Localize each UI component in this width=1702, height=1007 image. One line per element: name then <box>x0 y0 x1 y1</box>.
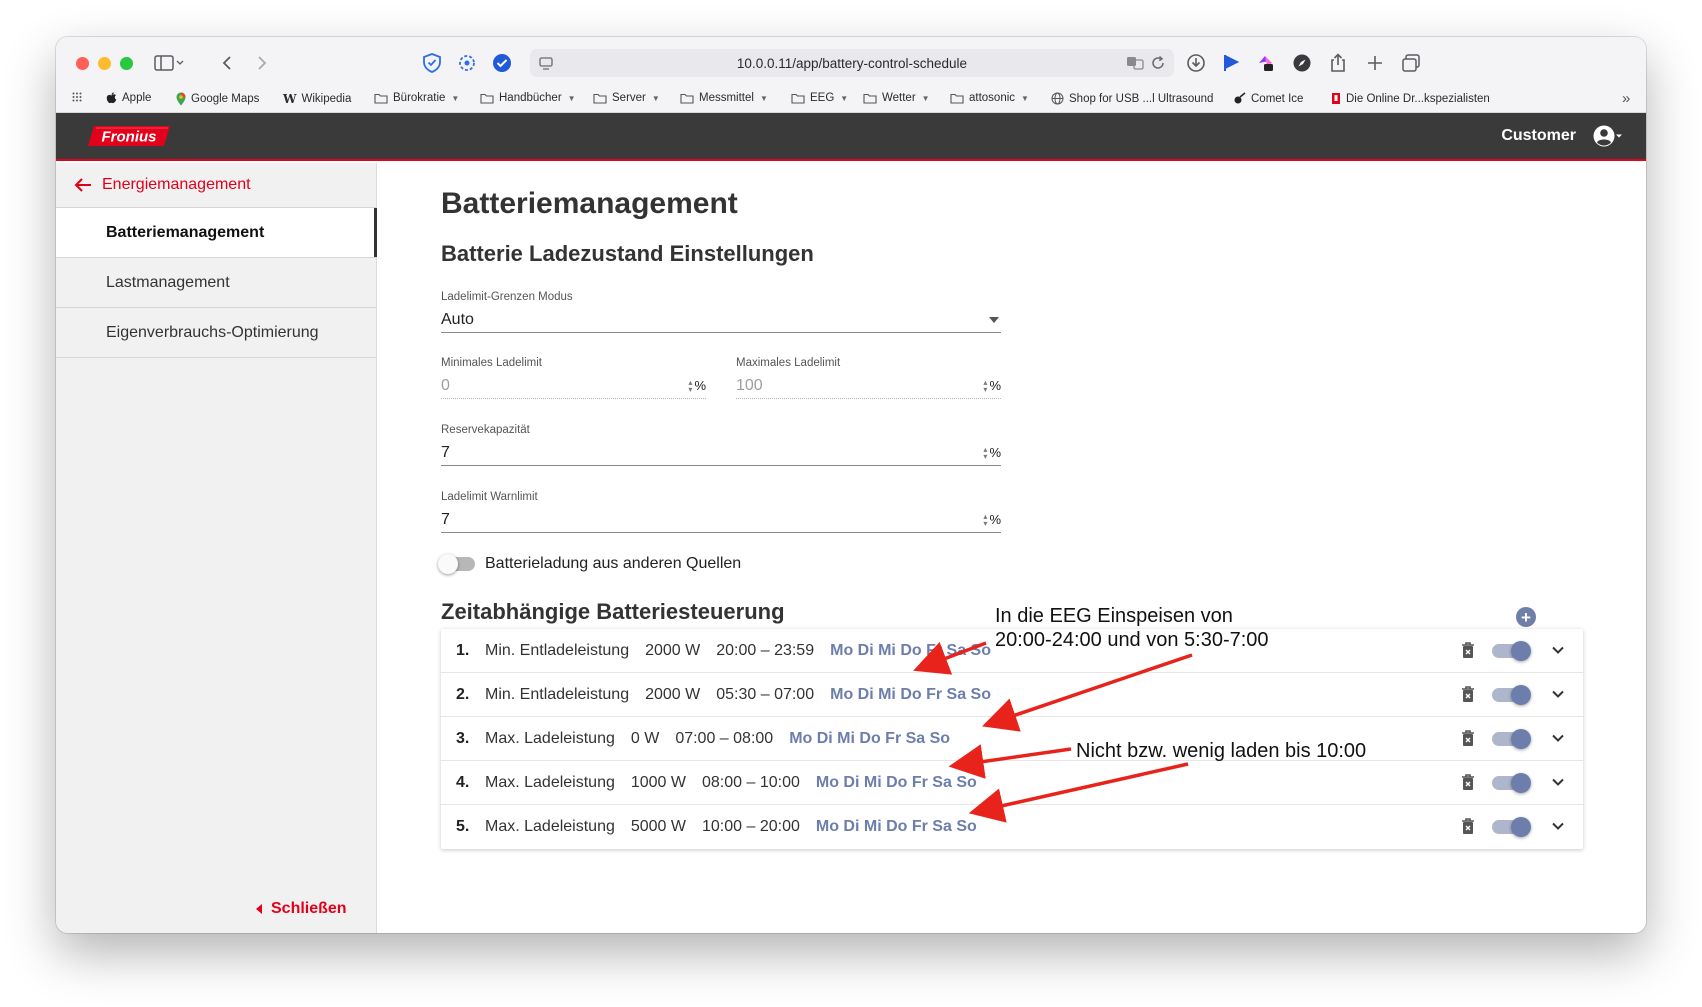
browser-window: 10.0.0.11/app/battery-control-schedule A… <box>56 37 1646 933</box>
annotation-arrow-1 <box>913 641 987 675</box>
annotation-note-eeg-line1: In die EEG Einspeisen von <box>995 605 1233 627</box>
annotation-arrow-2 <box>982 653 1193 732</box>
annotation-note-eeg-line2: 20:00-24:00 und von 5:30-7:00 <box>995 629 1269 651</box>
annotation-note-eeg: In die EEG Einspeisen von 20:00-24:00 un… <box>995 604 1269 652</box>
annotation-arrows <box>913 641 1193 823</box>
annotation-arrow-3 <box>948 744 1072 779</box>
annotation-arrow-4 <box>968 762 1189 823</box>
annotation-note-charging: Nicht bzw. wenig laden bis 10:00 <box>1076 740 1367 762</box>
